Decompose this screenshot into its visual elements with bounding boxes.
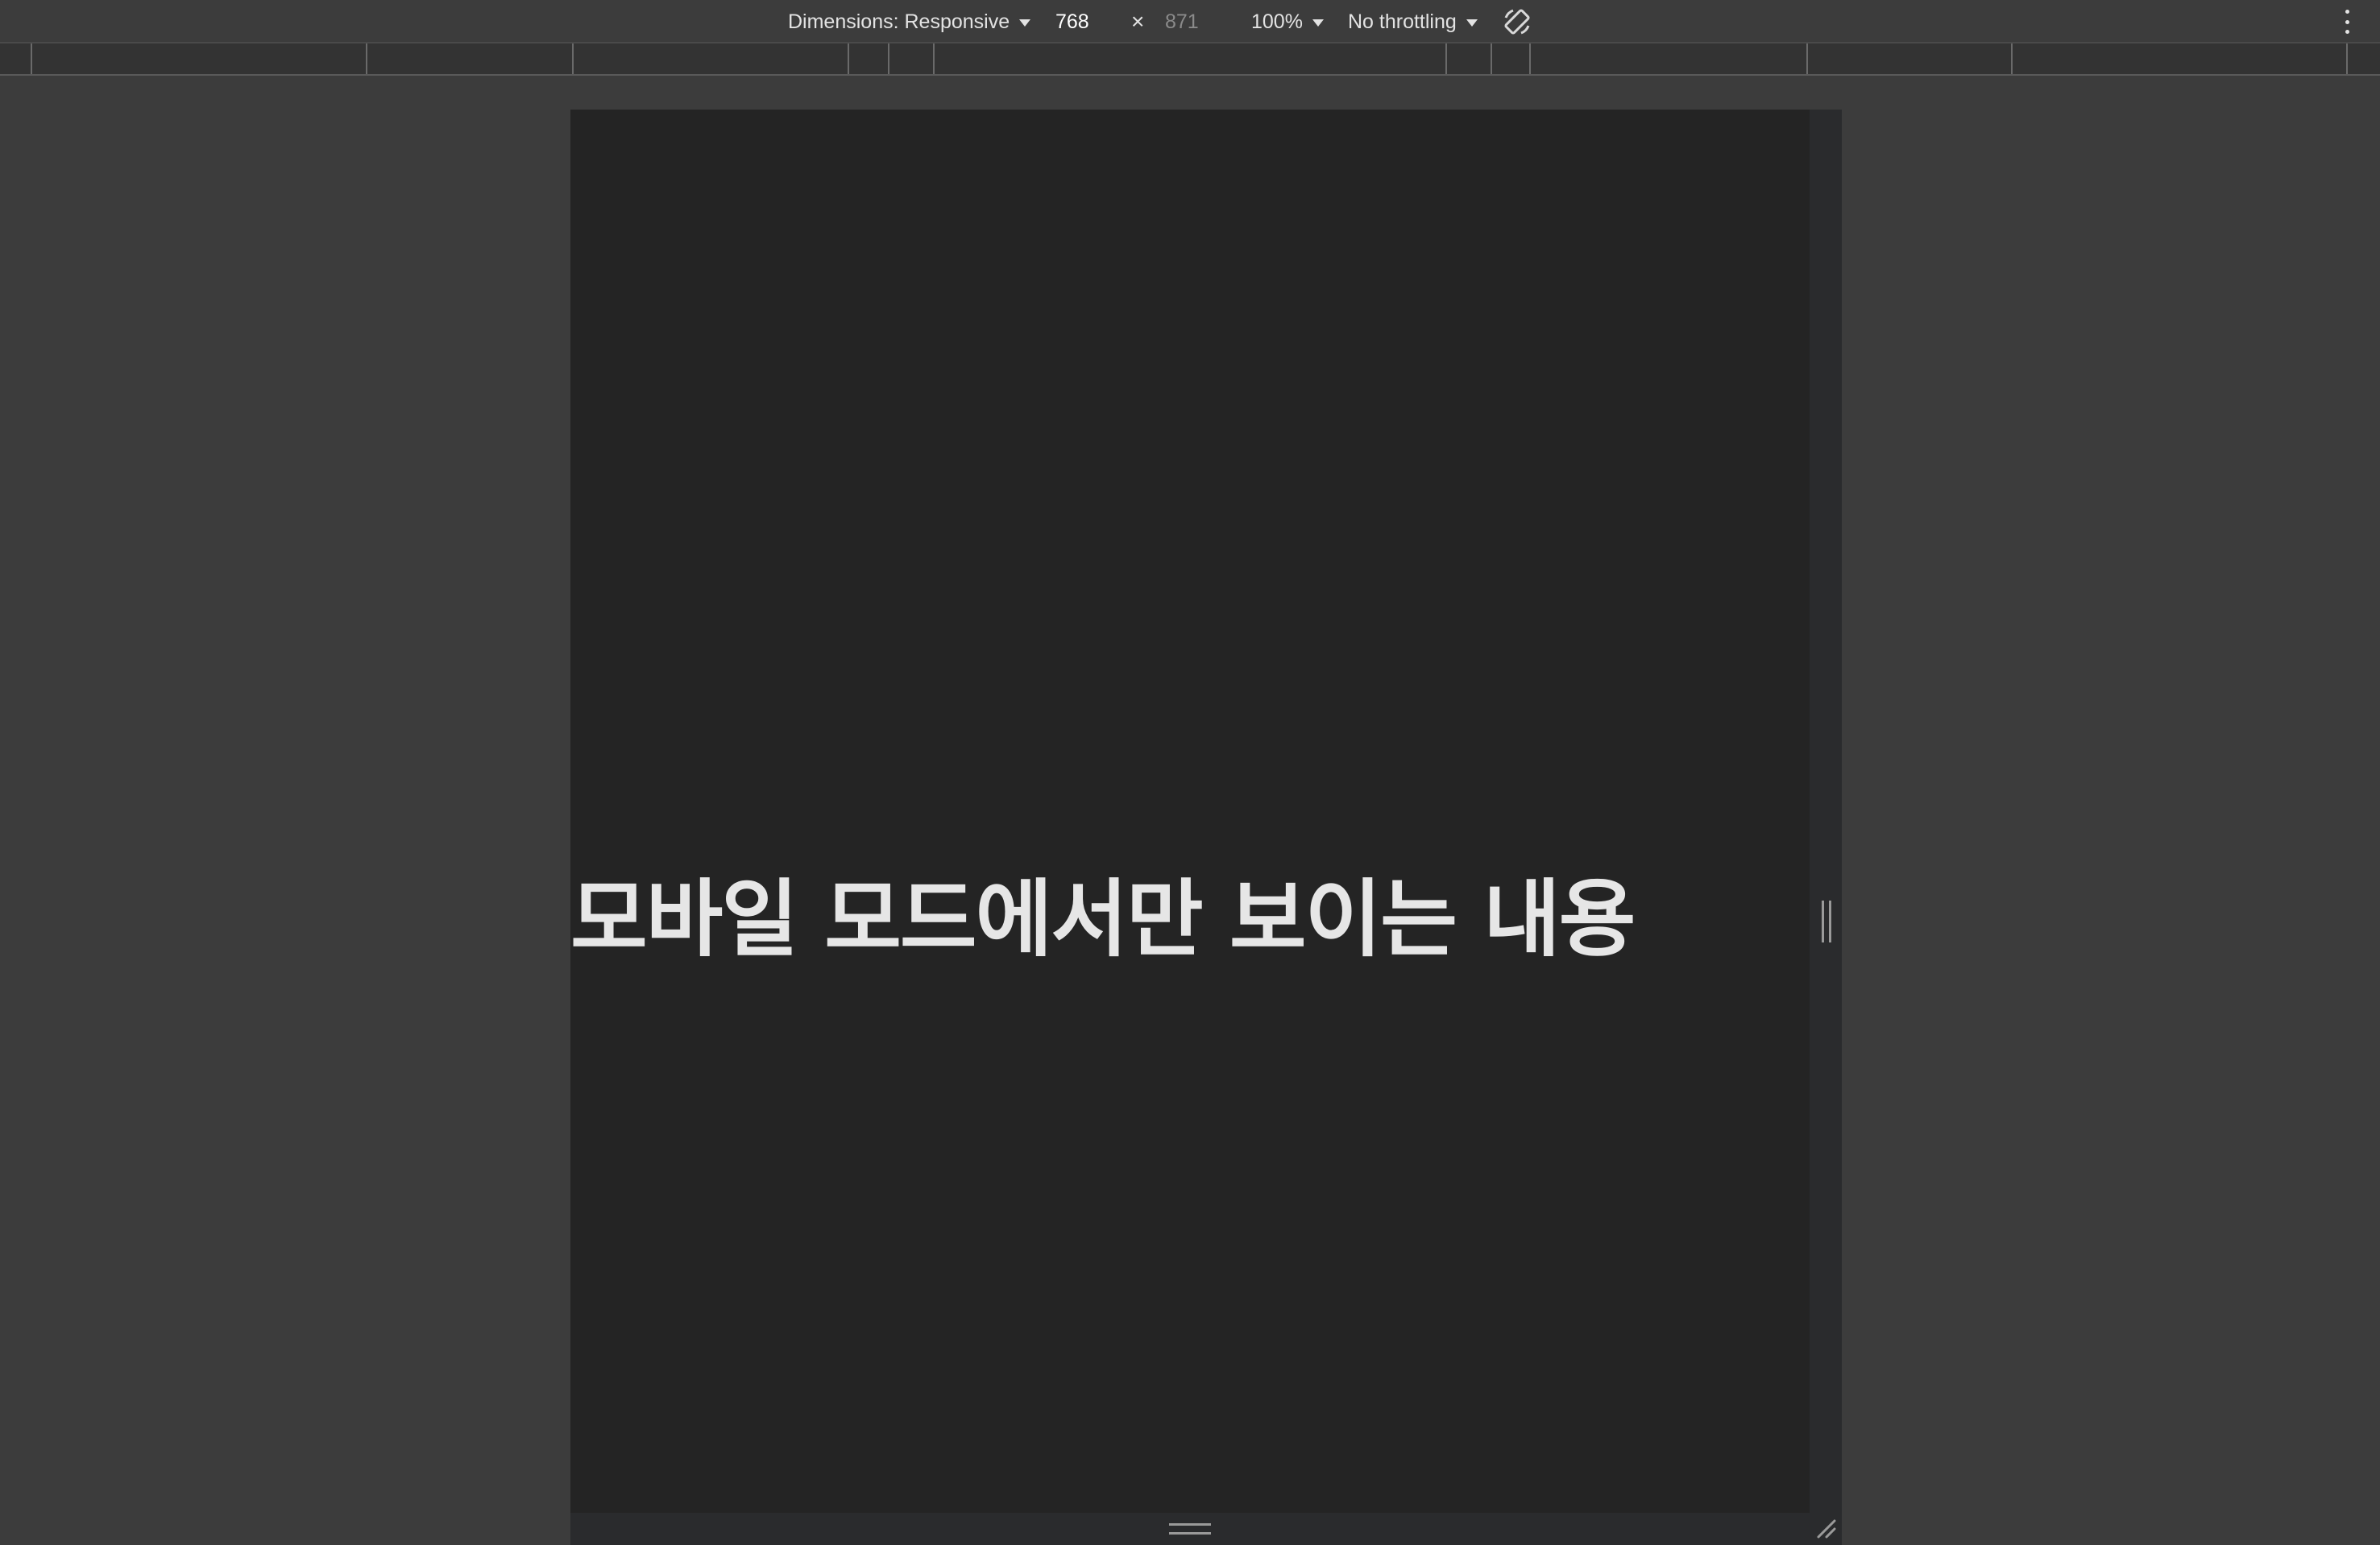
ruler-tick[interactable] — [366, 43, 367, 74]
chevron-down-icon — [1466, 19, 1478, 27]
width-value: 768 — [1055, 10, 1089, 33]
mobile-only-content: 모바일 모드에서만 보이는 내용 — [570, 870, 1636, 968]
device-viewport: 모바일 모드에서만 보이는 내용 — [570, 110, 1810, 1513]
device-viewport-frame: 모바일 모드에서만 보이는 내용 — [570, 110, 1842, 1545]
zoom-select[interactable]: 100% — [1251, 0, 1324, 43]
horizontal-grip-icon — [1169, 1523, 1211, 1535]
zoom-label: 100% — [1251, 10, 1303, 33]
height-input[interactable]: 871 — [1165, 0, 1199, 43]
more-vert-icon[interactable] — [2343, 10, 2351, 34]
dimensions-select[interactable]: Dimensions: Responsive — [788, 0, 1031, 43]
ruler-tick[interactable] — [2346, 43, 2348, 74]
ruler-tick[interactable] — [848, 43, 849, 74]
chevron-down-icon — [1019, 19, 1031, 27]
ruler-tick[interactable] — [572, 43, 574, 74]
media-query-ruler — [0, 43, 2380, 76]
ruler-tick[interactable] — [1806, 43, 1808, 74]
throttling-select[interactable]: No throttling — [1348, 0, 1478, 43]
chevron-down-icon — [1312, 19, 1324, 27]
height-value: 871 — [1165, 10, 1199, 33]
rotate-icon[interactable] — [1502, 0, 1532, 43]
ruler-tick[interactable] — [888, 43, 889, 74]
ruler-tick[interactable] — [1445, 43, 1447, 74]
ruler-tick[interactable] — [2011, 43, 2013, 74]
resize-handle-right[interactable] — [1810, 110, 1842, 1513]
ruler-tick[interactable] — [933, 43, 935, 74]
device-toolbar: Dimensions: Responsive 768 × 871 100% No… — [0, 0, 2380, 43]
resize-corner-icon — [1817, 1519, 1836, 1539]
ruler-tick[interactable] — [31, 43, 32, 74]
times-icon: × — [1131, 0, 1144, 43]
throttling-label: No throttling — [1348, 10, 1457, 33]
ruler-tick[interactable] — [1529, 43, 1531, 74]
dimensions-label: Dimensions: Responsive — [788, 10, 1010, 33]
times-symbol: × — [1131, 9, 1145, 34]
vertical-grip-icon — [1822, 901, 1831, 942]
ruler-tick[interactable] — [1491, 43, 1492, 74]
width-input[interactable]: 768 — [1055, 0, 1089, 43]
